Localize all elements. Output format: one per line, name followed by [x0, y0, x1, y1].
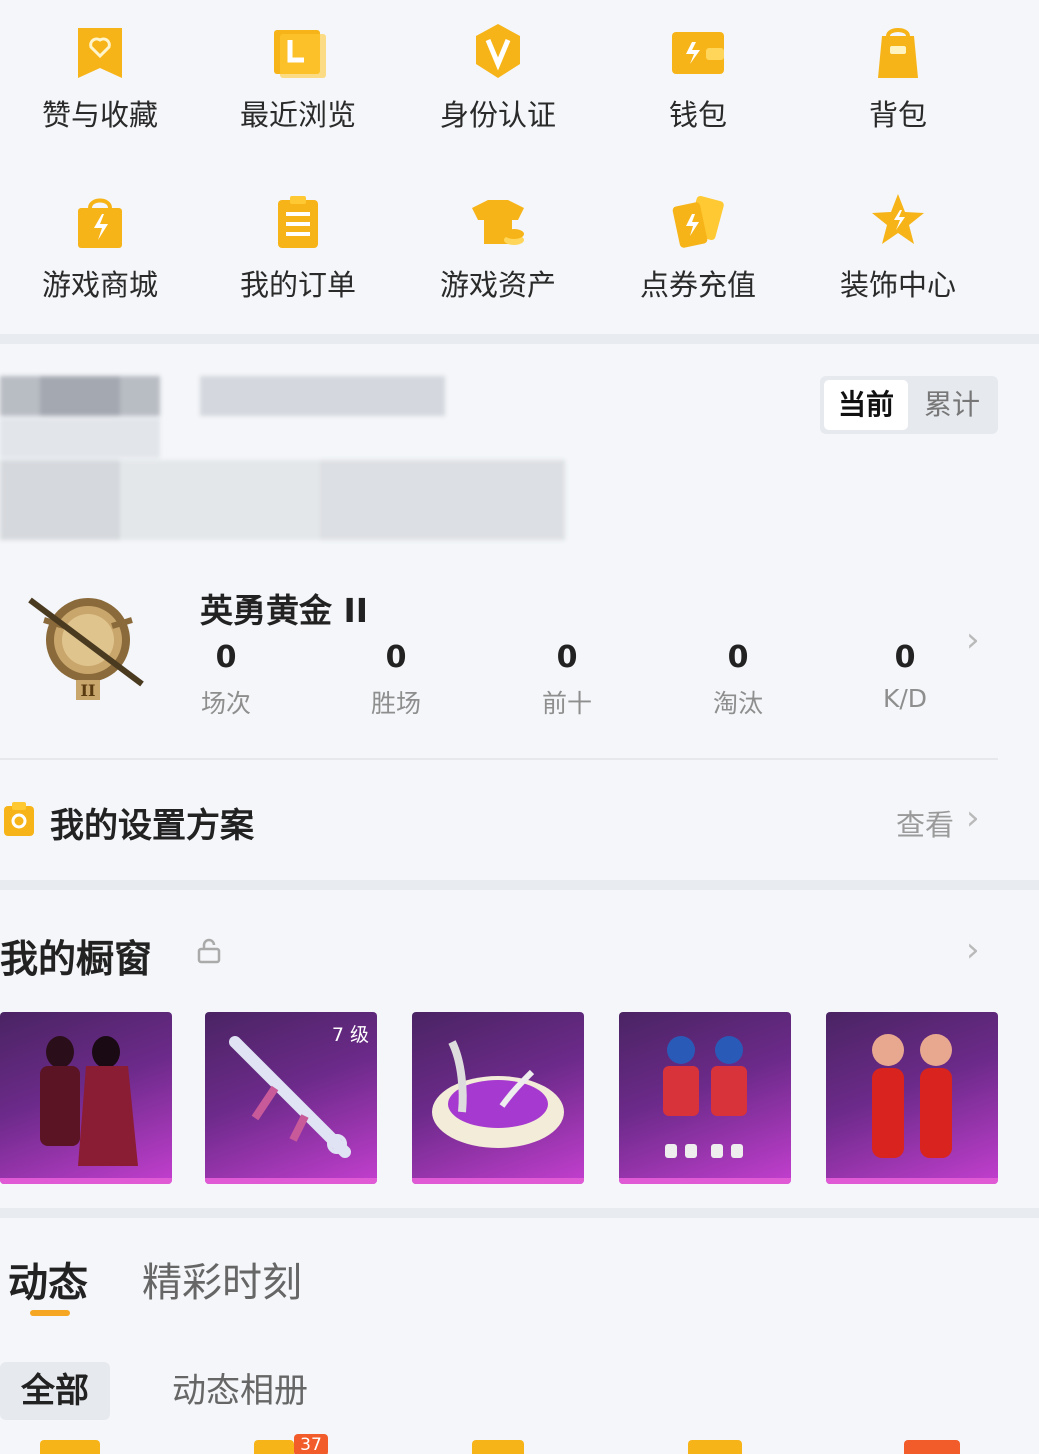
- stat-value: 0: [894, 640, 916, 675]
- notification-badge: 37: [294, 1434, 328, 1454]
- rank-title: 英勇黄金 II: [200, 591, 369, 630]
- outfit-figures-icon: [40, 1036, 138, 1166]
- shortcut-recent[interactable]: 最近浏览: [198, 6, 398, 132]
- stat-value: 0: [215, 640, 237, 675]
- backpack-icon: [878, 28, 918, 78]
- bottom-nav-icon[interactable]: [904, 1440, 960, 1454]
- wallet-icon: [672, 32, 724, 74]
- verified-v-icon: [476, 24, 520, 78]
- stat-label: 淘汰: [712, 689, 763, 718]
- mascot-outfits-icon: [663, 1036, 747, 1158]
- shortcut-grid: 赞与收藏 最近浏览 身份认证 钱包 背包 游戏商城 我的订单 游戏资产 点券充值…: [0, 0, 1039, 332]
- svg-text:II: II: [81, 681, 96, 700]
- shortcut-label: 点券充值: [639, 268, 756, 302]
- parachute-pod-icon: [432, 1040, 564, 1148]
- row-divider: [0, 758, 998, 760]
- stat-label: K/D: [882, 684, 928, 713]
- showcase-title: 我的橱窗: [0, 937, 153, 981]
- profile-page: 赞与收藏 最近浏览 身份认证 钱包 背包 游戏商城 我的订单 游戏资产 点券充值…: [0, 0, 1039, 1454]
- showcase-item-outfit[interactable]: [0, 1012, 172, 1184]
- showcase-item-pod[interactable]: [412, 1012, 584, 1184]
- bottom-nav-icon[interactable]: [688, 1440, 742, 1454]
- showcase-chevron-right-icon[interactable]: ›: [966, 930, 980, 970]
- stat-label: 胜场: [370, 689, 421, 718]
- settings-clipboard-icon: [4, 802, 34, 836]
- shortcut-backpack[interactable]: 背包: [798, 6, 998, 132]
- settings-title[interactable]: 我的设置方案: [50, 798, 254, 847]
- rank-badge-icon: II: [28, 597, 144, 700]
- section-divider: [0, 1208, 1039, 1218]
- stats-period-toggle: 当前 累计: [820, 376, 998, 434]
- card-bottom-bar: [826, 1178, 998, 1184]
- shortcut-label: 赞与收藏: [41, 98, 158, 132]
- shirt-coin-icon: [472, 200, 524, 245]
- showcase-item-redsuit[interactable]: [826, 1012, 998, 1184]
- card-bottom-bar: [205, 1178, 377, 1184]
- coupon-cards-icon: [672, 195, 724, 248]
- card-bottom-bar: [0, 1178, 172, 1184]
- shortcut-label: 游戏资产: [439, 268, 556, 302]
- card-bottom-bar: [412, 1178, 584, 1184]
- shortcut-label: 钱包: [668, 98, 727, 132]
- shortcut-assets[interactable]: 游戏资产: [398, 176, 598, 302]
- showcase-item-rifle[interactable]: 7 级: [205, 1012, 377, 1184]
- settings-chevron-right-icon[interactable]: ›: [966, 798, 980, 838]
- toggle-total[interactable]: 累计: [910, 380, 994, 430]
- toggle-current[interactable]: 当前: [824, 380, 908, 430]
- shortcut-label: 最近浏览: [239, 98, 356, 132]
- showcase-item-mascot[interactable]: [619, 1012, 791, 1184]
- stat-label: 前十: [541, 689, 592, 718]
- shortcut-label: 游戏商城: [41, 268, 158, 302]
- filter-all[interactable]: 全部: [0, 1362, 110, 1420]
- red-suit-pair-icon: [872, 1034, 952, 1158]
- card-bottom-bar: [619, 1178, 791, 1184]
- stat-matches: 0 场次: [176, 638, 276, 720]
- stat-kills: 0 淘汰: [688, 638, 788, 720]
- bottom-nav-icon[interactable]: [254, 1440, 294, 1454]
- tab-highlights[interactable]: 精彩时刻: [142, 1250, 302, 1308]
- history-folder-icon: [274, 30, 326, 78]
- order-list-icon: [278, 196, 318, 248]
- stat-top10: 0 前十: [517, 638, 617, 720]
- stat-value: 0: [385, 640, 407, 675]
- shortcut-decor[interactable]: 装饰中心: [798, 176, 998, 302]
- bookmark-heart-icon: [78, 28, 122, 78]
- bottom-nav-icon[interactable]: [40, 1440, 100, 1454]
- tab-active-indicator: [30, 1310, 70, 1316]
- shortcut-verify[interactable]: 身份认证: [398, 6, 598, 132]
- item-level: 7 级: [331, 1024, 369, 1046]
- shortcut-recharge[interactable]: 点券充值: [598, 176, 798, 302]
- section-divider: [0, 880, 1039, 890]
- shopping-bag-icon: [78, 198, 122, 248]
- unlock-icon[interactable]: [196, 938, 222, 964]
- stat-wins: 0 胜场: [346, 638, 446, 720]
- bottom-nav-icon[interactable]: [472, 1440, 524, 1454]
- shortcut-favorites[interactable]: 赞与收藏: [0, 6, 200, 132]
- shortcut-label: 身份认证: [439, 98, 556, 132]
- stat-label: 场次: [200, 689, 251, 718]
- settings-view-link[interactable]: 查看: [896, 802, 954, 844]
- shortcut-store[interactable]: 游戏商城: [0, 176, 200, 302]
- filter-album[interactable]: 动态相册: [172, 1362, 308, 1420]
- stat-kd: 0 K/D: [855, 638, 955, 713]
- stat-value: 0: [556, 640, 578, 675]
- section-divider: [0, 334, 1039, 344]
- shortcut-label: 背包: [868, 98, 927, 132]
- stat-value: 0: [727, 640, 749, 675]
- rank-chevron-right-icon[interactable]: ›: [966, 620, 980, 660]
- tab-dynamics[interactable]: 动态: [8, 1250, 88, 1308]
- shortcut-orders[interactable]: 我的订单: [198, 176, 398, 302]
- star-decoration-icon: [872, 194, 924, 244]
- shortcut-label: 装饰中心: [839, 268, 956, 302]
- shortcut-label: 我的订单: [239, 268, 356, 302]
- shortcut-wallet[interactable]: 钱包: [598, 6, 798, 132]
